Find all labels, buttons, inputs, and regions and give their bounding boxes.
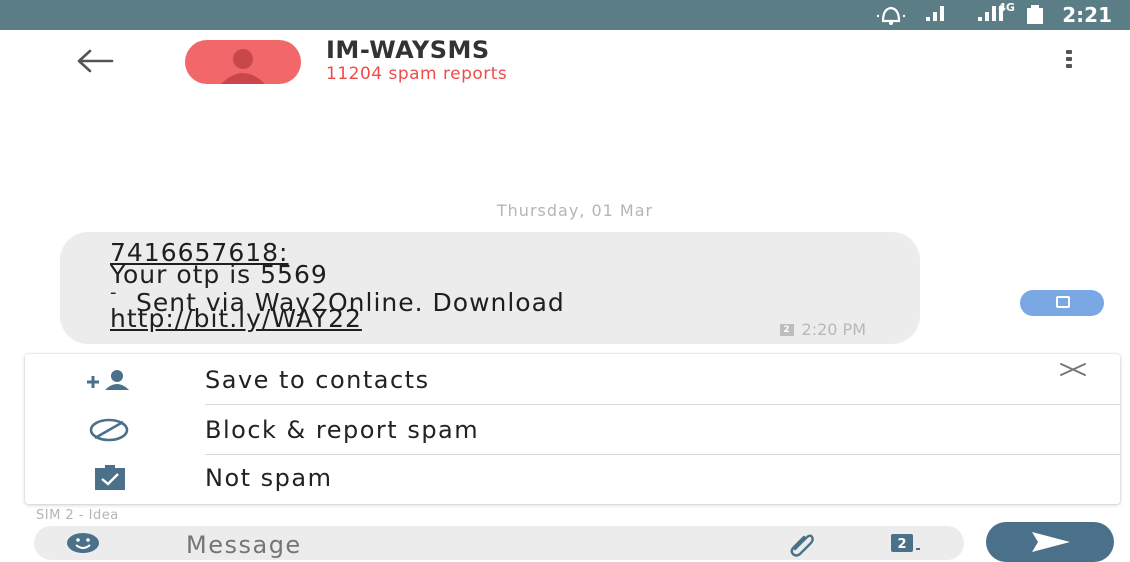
spam-actions-card: Save to contacts Block & report spam Not… (25, 354, 1120, 504)
contact-name: IM-WAYSMS (326, 36, 490, 64)
message-input[interactable] (184, 530, 748, 560)
not-spam-item[interactable]: Not spam (25, 454, 1120, 502)
signal-icon (924, 3, 1008, 27)
send-button[interactable] (986, 522, 1114, 562)
clock: 2:21 (1062, 3, 1112, 27)
message-bubble[interactable]: 7416657618: Your otp is 5569 - Sent via … (60, 232, 920, 344)
send-icon (1032, 532, 1070, 552)
back-arrow-icon[interactable] (74, 46, 114, 76)
block-report-spam-item[interactable]: Block & report spam (25, 406, 1120, 454)
block-icon (83, 416, 137, 444)
save-to-contacts-label: Save to contacts (205, 366, 430, 394)
save-to-contacts-item[interactable]: Save to contacts (25, 356, 1120, 404)
sim-badge-icon: 2 (779, 323, 794, 336)
sim-select-icon[interactable]: 2 (889, 531, 923, 555)
not-spam-label: Not spam (205, 464, 333, 492)
contact-avatar[interactable] (185, 40, 301, 84)
message-link[interactable]: http://bit.ly/WAY22 (110, 304, 362, 333)
emoji-icon[interactable] (66, 532, 100, 554)
divider (205, 404, 1120, 405)
block-report-spam-label: Block & report spam (205, 416, 480, 444)
battery-icon (1024, 4, 1046, 26)
app-bar: IM-WAYSMS 11204 spam reports (0, 30, 1130, 92)
alarm-icon (874, 4, 908, 26)
spam-report-count: 11204 spam reports (326, 64, 508, 84)
message-time: 2:20 PM (801, 320, 866, 339)
message-text: - (110, 282, 118, 303)
kebab-menu-icon[interactable] (1062, 48, 1076, 74)
message-meta: 2 2:20 PM (779, 320, 866, 339)
message-text: Your otp is 5569 (110, 260, 328, 289)
not-spam-clipboard-icon (83, 464, 137, 492)
network-type-label: 4G (998, 1, 1015, 14)
paperclip-icon[interactable] (787, 529, 815, 557)
svg-text:2: 2 (897, 537, 906, 552)
date-separator: Thursday, 01 Mar (496, 201, 654, 220)
status-bar: 4G 2:21 (0, 0, 1130, 30)
add-contact-icon (83, 366, 137, 394)
self-avatar (1020, 290, 1104, 316)
composer-bar: 2 (34, 526, 964, 560)
sim-label: SIM 2 - Idea (36, 508, 119, 523)
